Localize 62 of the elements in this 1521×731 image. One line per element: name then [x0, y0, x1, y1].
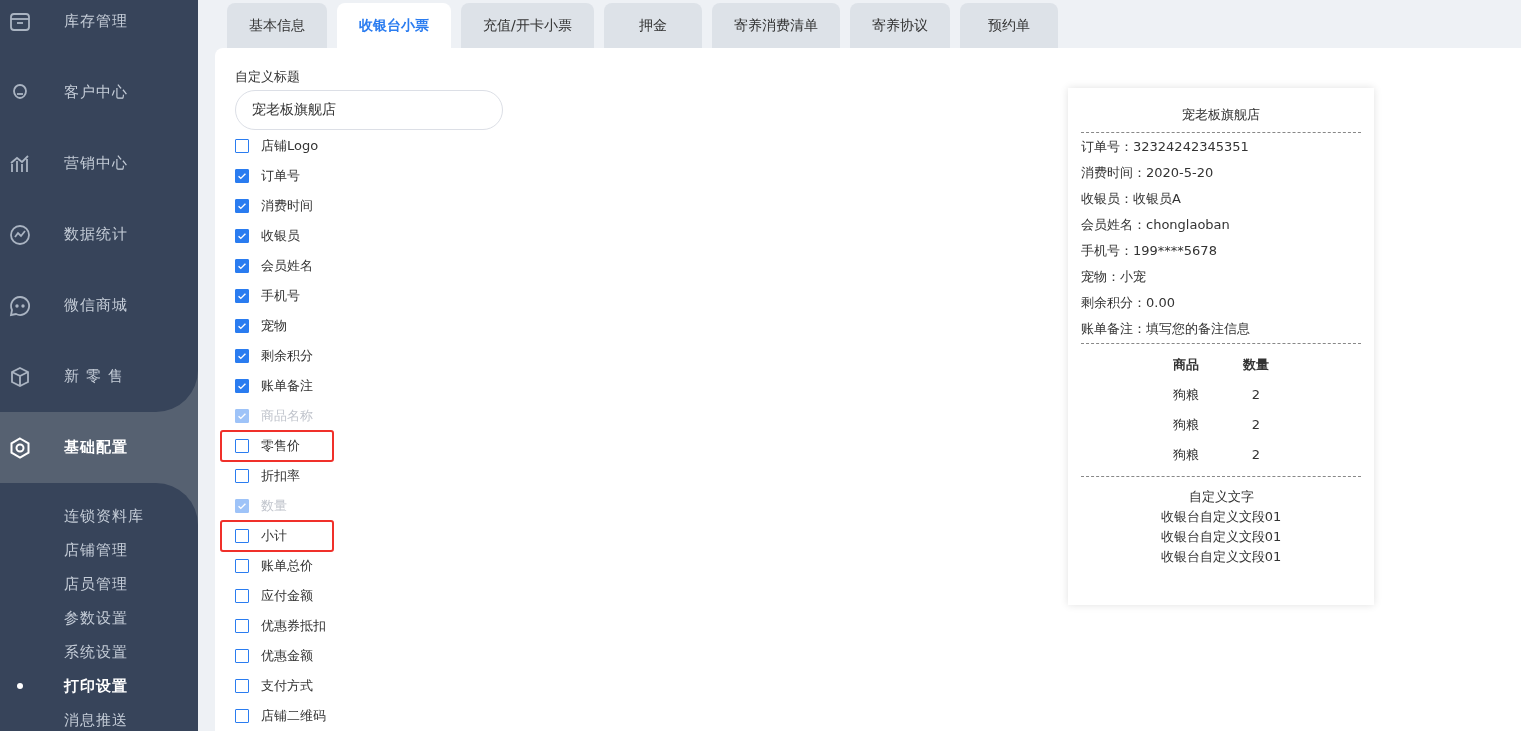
checkbox-option[interactable]: 店铺二维码	[235, 707, 326, 725]
receipt-line: 收银员：收银员A	[1081, 190, 1182, 208]
checkbox-option[interactable]: 店铺Logo	[235, 137, 319, 155]
checkbox-option[interactable]: 优惠金额	[235, 647, 313, 665]
checkbox-option[interactable]: 收银员	[235, 227, 300, 245]
tab[interactable]: 寄养协议	[849, 3, 950, 48]
checkbox-option[interactable]: 订单号	[235, 167, 300, 185]
receipt-line: 账单备注：填写您的备注信息	[1081, 320, 1251, 338]
table-cell-text: 狗粮	[1172, 416, 1200, 434]
table-cell-text: 2	[1250, 386, 1262, 404]
table-cell-text: 狗粮	[1172, 446, 1200, 464]
column-header: 数量	[1242, 356, 1270, 374]
checkbox-option[interactable]: 宠物	[235, 317, 287, 335]
tab[interactable]: 收银台小票	[337, 3, 451, 48]
checkbox-option[interactable]: 零售价	[235, 437, 300, 455]
submenu-item[interactable]: 打印设置	[0, 669, 198, 703]
receipt-line: 剩余积分：0.00	[1081, 294, 1176, 312]
checkbox-option[interactable]: 优惠券抵扣	[235, 617, 326, 635]
receipt-line: 订单号：32324242345351	[1081, 138, 1250, 156]
checkbox-option[interactable]: 小计	[235, 527, 287, 545]
tab[interactable]: 预约单	[959, 3, 1058, 48]
submenu-item[interactable]: 店员管理	[0, 567, 198, 601]
tab[interactable]: 押金	[603, 3, 702, 48]
checkbox-option[interactable]: 消费时间	[235, 197, 313, 215]
table-cell-text: 2	[1250, 416, 1262, 434]
sidebar-item[interactable]: 微信商城	[0, 270, 198, 341]
checkbox-option[interactable]: 应付金额	[235, 587, 313, 605]
receipt-footer-text: 收银台自定义文段01	[1160, 528, 1282, 546]
receipt-line: 会员姓名：chonglaoban	[1081, 216, 1231, 234]
checkbox-option[interactable]: 会员姓名	[235, 257, 313, 275]
sidebar-item[interactable]: 营销中心	[0, 128, 198, 199]
submenu-item[interactable]: 连锁资料库	[0, 499, 198, 533]
receipt-line: 消费时间：2020-5-20	[1081, 164, 1215, 182]
sidebar-item[interactable]: 新 零 售	[0, 341, 198, 412]
column-header: 商品	[1172, 356, 1200, 374]
checkbox-option[interactable]: 账单总价	[235, 557, 313, 575]
submenu-item[interactable]: 消息推送	[0, 703, 198, 731]
checkbox-option[interactable]: 剩余积分	[235, 347, 313, 365]
submenu-item[interactable]: 系统设置	[0, 635, 198, 669]
sidebar-item[interactable]: 基础配置	[0, 412, 198, 483]
sidebar-item[interactable]: 库存管理	[0, 0, 198, 57]
receipt-line: 手机号：199****5678	[1081, 242, 1218, 260]
checkbox-option[interactable]: 账单备注	[235, 377, 313, 395]
sidebar-item[interactable]: 数据统计	[0, 199, 198, 270]
checkbox-option[interactable]: 折扣率	[235, 467, 300, 485]
receipt-title: 宠老板旗舰店	[1181, 106, 1261, 124]
receipt-footer-text: 自定义文字	[1188, 488, 1254, 506]
submenu-item[interactable]: 店铺管理	[0, 533, 198, 567]
tab[interactable]: 充值/开卡小票	[461, 3, 594, 48]
sidebar-item[interactable]: 客户中心	[0, 57, 198, 128]
field-label: 自定义标题	[235, 68, 300, 86]
checkbox-option[interactable]: 手机号	[235, 287, 300, 305]
table-cell-text: 2	[1250, 446, 1262, 464]
tab[interactable]: 寄养消费清单	[711, 3, 840, 48]
checkbox-option[interactable]: 支付方式	[235, 677, 313, 695]
table-cell-text: 狗粮	[1172, 386, 1200, 404]
receipt-line: 宠物：小宠	[1081, 268, 1147, 286]
tab[interactable]: 基本信息	[227, 3, 327, 48]
submenu-item[interactable]: 参数设置	[0, 601, 198, 635]
title-input-field[interactable]: 宠老板旗舰店	[235, 90, 503, 130]
receipt-footer-text: 收银台自定义文段01	[1160, 508, 1282, 526]
receipt-footer-text: 收银台自定义文段01	[1160, 548, 1282, 566]
